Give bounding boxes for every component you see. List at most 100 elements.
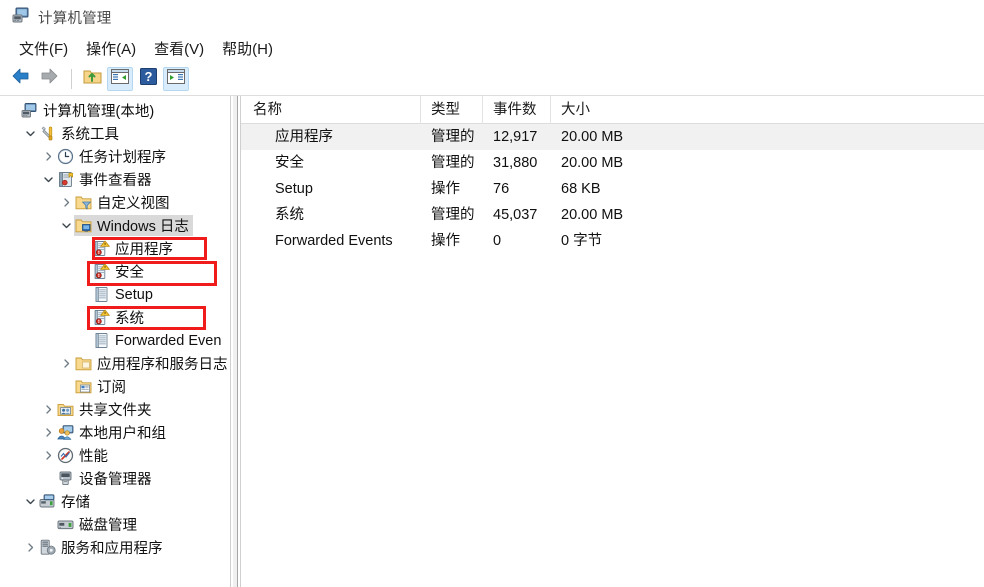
column-header-type[interactable]: 类型 [421,96,483,124]
svg-text:?: ? [144,69,152,84]
tree-item-device-manager[interactable]: 设备管理器 [0,467,230,490]
tree-item-content[interactable]: 存储 [38,491,94,512]
title-bar: 计算机管理 [0,0,984,34]
chevron-down-icon[interactable] [40,168,56,191]
logs-table: 名称 类型 事件数 大小 应用程序 管理的 12,917 20.00 MB 安全 管理的 3… [241,96,984,254]
menu-action[interactable]: 操作(A) [77,36,145,61]
tree-item-performance[interactable]: 性能 [0,444,230,467]
tree-item-label: 服务和应用程序 [61,541,163,557]
table-row[interactable]: Setup 操作 76 68 KB [241,176,984,202]
tree-item-content[interactable]: Windows 日志 [74,215,193,236]
tree-item-content[interactable]: 安全 [92,261,148,282]
toolbar-back[interactable] [8,67,34,91]
cell-log-size: 68 KB [561,181,601,197]
tree-item-label: 性能 [79,449,108,465]
chevron-down-icon[interactable] [22,122,38,145]
table-row[interactable]: 安全 管理的 31,880 20.00 MB [241,150,984,176]
tree-item-windows-logs[interactable]: Windows 日志 [0,214,230,237]
windows-logs-folder-icon [74,217,92,235]
cell-log-name: 安全 [275,155,304,171]
cell-log-size: 0 字节 [561,233,603,249]
tree-item-log-application[interactable]: 应用程序 [0,237,230,260]
tree-item-log-security[interactable]: 安全 [0,260,230,283]
tree-item-custom-views[interactable]: 自定义视图 [0,191,230,214]
chevron-down-icon[interactable] [22,490,38,513]
tree-item-log-system[interactable]: 系统 [0,306,230,329]
tree-item-content[interactable]: Setup [92,286,157,304]
system-tools-icon [38,125,56,143]
tree-expander-placeholder [76,283,92,306]
tree-item-applications-and-services-logs[interactable]: 应用程序和服务日志 [0,352,230,375]
column-header-name[interactable]: 名称 [241,96,421,124]
tree-item-content[interactable]: 服务和应用程序 [38,537,167,558]
tree-item-content[interactable]: 订阅 [74,376,130,397]
menu-file[interactable]: 文件(F) [10,36,77,61]
chevron-right-icon[interactable] [40,145,56,168]
chevron-right-icon[interactable] [40,421,56,444]
tree-item-storage[interactable]: 存储 [0,490,230,513]
tree-item-services-and-applications[interactable]: 服务和应用程序 [0,536,230,559]
table-row[interactable]: 应用程序 管理的 12,917 20.00 MB [241,124,984,150]
tree-item-task-scheduler[interactable]: 任务计划程序 [0,145,230,168]
pane-splitter[interactable] [232,96,238,587]
toolbar-help[interactable]: ? [135,67,161,91]
menu-help[interactable]: 帮助(H) [213,36,282,61]
toolbar-show-tree[interactable] [107,66,133,91]
event-log-icon [92,286,110,304]
console-tree[interactable]: 计算机管理(本地) 系统工具 任务计划程序 事件查看器 自定义视图 Windows 日志应… [0,96,230,559]
tree-item-content[interactable]: 应用程序 [92,238,177,259]
tree-item-label: Setup [115,286,153,303]
local-users-groups-icon [56,424,74,442]
column-header-size[interactable]: 大小 [551,96,701,124]
performance-icon [56,447,74,465]
tree-expander-placeholder [40,513,56,536]
toolbar-action-pane[interactable] [163,66,189,91]
tree-item-label: 本地用户和组 [79,426,166,442]
table-header-row: 名称 类型 事件数 大小 [241,96,984,124]
tree-item-content[interactable]: 系统 [92,307,148,328]
tree-item-content[interactable]: 事件查看器 [56,169,156,190]
tree-item-local-users-and-groups[interactable]: 本地用户和组 [0,421,230,444]
tree-item-log-forwarded-events[interactable]: Forwarded Even [0,329,230,352]
tree-item-system-tools[interactable]: 系统工具 [0,122,230,145]
chevron-right-icon[interactable] [58,191,74,214]
tree-item-log-setup[interactable]: Setup [0,283,230,306]
tree-item-content[interactable]: 共享文件夹 [56,399,156,420]
table-row[interactable]: 系统 管理的 45,037 20.00 MB [241,202,984,228]
tree-item-content[interactable]: 本地用户和组 [56,422,170,443]
tree-item-content[interactable]: 任务计划程序 [56,146,170,167]
tree-item-shared-folders[interactable]: 共享文件夹 [0,398,230,421]
tree-item-subscriptions[interactable]: 订阅 [0,375,230,398]
tree-expander-placeholder [4,99,20,122]
chevron-right-icon[interactable] [58,352,74,375]
services-applications-icon [38,539,56,557]
tree-item-computer-management-local[interactable]: 计算机管理(本地) [0,99,230,122]
tree-item-content[interactable]: 设备管理器 [56,468,156,489]
tree-item-content[interactable]: 应用程序和服务日志 [74,353,230,374]
column-header-event-count[interactable]: 事件数 [483,96,551,124]
storage-icon [38,493,56,511]
back-arrow-icon [11,67,31,90]
toolbar-up-folder[interactable] [79,67,105,91]
chevron-right-icon[interactable] [40,398,56,421]
table-row[interactable]: Forwarded Events 操作 0 0 字节 [241,228,984,254]
tree-item-content[interactable]: 性能 [56,445,112,466]
chevron-right-icon[interactable] [22,536,38,559]
tree-item-content[interactable]: Forwarded Even [92,332,225,350]
menu-view[interactable]: 查看(V) [145,36,213,61]
task-scheduler-icon [56,148,74,166]
cell-log-type: 管理的 [431,207,475,223]
toolbar-forward[interactable] [36,67,62,91]
tree-item-content[interactable]: 计算机管理(本地) [20,100,158,121]
chevron-down-icon[interactable] [58,214,74,237]
cell-log-type: 操作 [431,233,460,249]
tree-item-label: 计算机管理(本地) [43,104,155,120]
tree-item-content[interactable]: 磁盘管理 [56,514,141,535]
chevron-right-icon[interactable] [40,444,56,467]
tree-item-content[interactable]: 自定义视图 [74,192,174,213]
tree-item-content[interactable]: 系统工具 [38,123,123,144]
event-log-icon [92,332,110,350]
tree-item-disk-management[interactable]: 磁盘管理 [0,513,230,536]
tree-item-label: 系统工具 [61,127,119,143]
tree-item-event-viewer[interactable]: 事件查看器 [0,168,230,191]
